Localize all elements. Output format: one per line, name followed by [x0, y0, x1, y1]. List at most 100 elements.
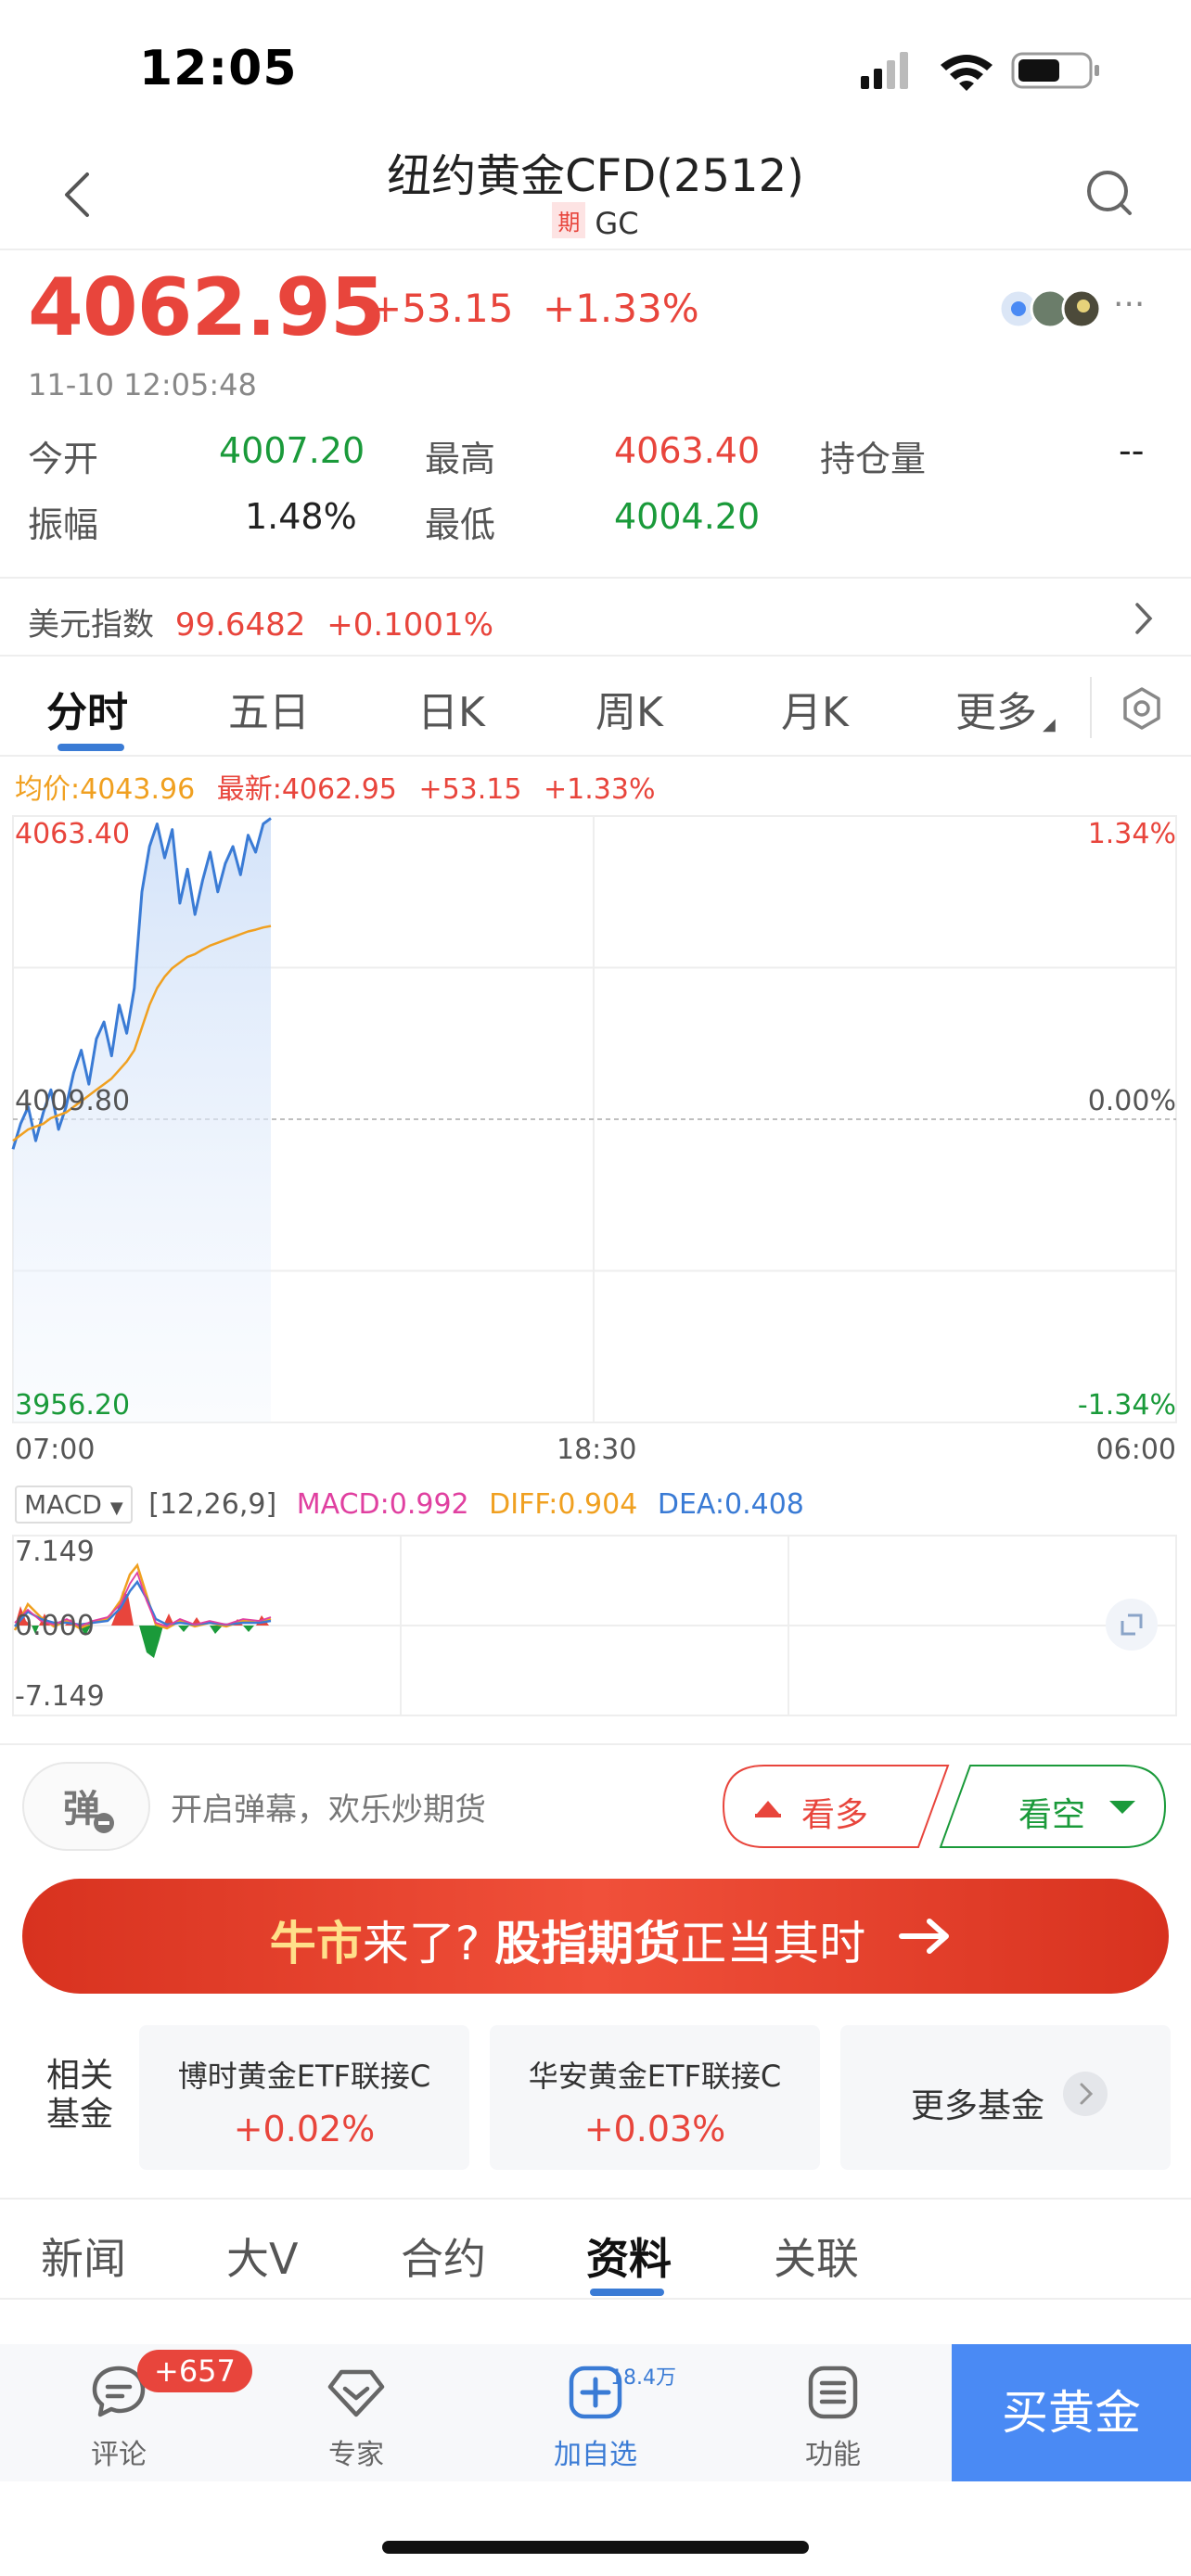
y-label-max: 4063.40	[15, 818, 131, 850]
legend-avg: 均价:4043.96	[15, 773, 196, 806]
fund-card[interactable]: 华安黄金ETF联接C +0.03%	[490, 2025, 820, 2170]
divider	[0, 655, 1191, 657]
tab-underline	[58, 744, 124, 751]
arrow-right-icon	[899, 1919, 949, 1954]
settings-icon[interactable]	[1120, 686, 1164, 731]
indicator-select[interactable]: MACD ▼	[15, 1486, 133, 1524]
watch-count: 18.4万	[610, 2366, 676, 2390]
user-avatars[interactable]	[998, 287, 1109, 330]
macd-y-mid: 0.000	[15, 1610, 95, 1642]
indicator-select-label: MACD	[24, 1489, 102, 1520]
price-change: +53.15	[369, 286, 514, 331]
fund-card[interactable]: 博时黄金ETF联接C +0.02%	[139, 2025, 469, 2170]
chevron-down-icon: ▼	[109, 1498, 123, 1518]
tab-big-v[interactable]: 大V	[226, 2225, 298, 2287]
price-change-pct: +1.33%	[543, 286, 699, 331]
bullish-button[interactable]: 看多	[722, 1764, 950, 1849]
info-tabs: 新闻 大V 合约 资料 关联	[0, 2198, 1191, 2300]
tab-contract[interactable]: 合约	[401, 2225, 486, 2287]
y-label-mid-pct: 0.00%	[1087, 1085, 1176, 1117]
tab-weekly-k[interactable]: 周K	[596, 679, 663, 738]
function-button[interactable]: 功能	[768, 2363, 898, 2472]
macd-params: [12,26,9]	[148, 1488, 277, 1521]
related-funds: 相关基金 博时黄金ETF联接C +0.02% 华安黄金ETF联接C +0.03%…	[0, 2021, 1191, 2170]
x-label-start: 07:00	[15, 1434, 96, 1466]
fund-name: 华安黄金ETF联接C	[528, 2059, 782, 2094]
search-icon[interactable]	[1083, 167, 1135, 219]
barrage-row: 弹 开启弹幕，欢乐炒期货 看多 看空	[0, 1743, 1191, 1864]
high-value: 4063.40	[614, 430, 761, 471]
macd-value: MACD:0.992	[296, 1488, 469, 1521]
promo-banner[interactable]: 牛市来了? 股指期货正当其时	[22, 1879, 1169, 1994]
more-icon[interactable]: ···	[1113, 286, 1145, 324]
y-label-min-pct: -1.34%	[1077, 1389, 1176, 1422]
high-label: 最高	[425, 439, 496, 479]
dollar-index-row[interactable]: 美元指数 99.6482 +0.1001%	[28, 599, 493, 644]
legend-latest: 最新:4062.95	[216, 773, 397, 806]
legend-pct: +1.33%	[544, 773, 656, 806]
low-value: 4004.20	[614, 496, 761, 537]
dea-value: DEA:0.408	[657, 1488, 804, 1521]
promo-part1: 牛市	[269, 1917, 363, 1970]
open-interest-value: --	[1119, 430, 1145, 471]
last-price: 4062.95	[28, 261, 386, 354]
page-title: 纽约黄金CFD(2512)	[387, 150, 804, 202]
barrage-toggle[interactable]: 弹	[22, 1762, 150, 1851]
fund-change: +0.03%	[583, 2109, 726, 2149]
open-interest-label: 持仓量	[820, 439, 927, 479]
tab-related[interactable]: 关联	[774, 2225, 859, 2287]
x-label-end: 06:00	[1095, 1434, 1176, 1466]
intraday-chart[interactable]: 4063.40 4009.80 3956.20 1.34% 0.00% -1.3…	[0, 807, 1191, 1474]
period-tabs: 分时 五日 日K 周K 月K 更多 ◢	[0, 658, 1191, 757]
divider	[0, 577, 1191, 579]
y-label-max-pct: 1.34%	[1087, 818, 1176, 850]
promo-part4: 正当其时	[680, 1917, 866, 1970]
add-watchlist-label: 加自选	[554, 2439, 637, 2471]
promo-part3: 股指期货	[494, 1917, 681, 1970]
tab-profile[interactable]: 资料	[586, 2225, 672, 2287]
intraday-chart-svg	[11, 815, 1177, 1423]
more-funds-button[interactable]: 更多基金	[840, 2025, 1171, 2170]
tab-intraday[interactable]: 分时	[46, 679, 128, 738]
x-label-mid: 18:30	[557, 1434, 637, 1466]
amplitude-label: 振幅	[28, 504, 99, 545]
futures-tag: 期	[552, 202, 586, 238]
expand-icon	[1106, 1599, 1158, 1651]
tab-monthly-k[interactable]: 月K	[781, 679, 849, 738]
menu-icon	[808, 2366, 858, 2419]
macd-y-top: 7.149	[15, 1536, 95, 1568]
chevron-right-icon	[1063, 2072, 1108, 2116]
barrage-placeholder[interactable]: 开启弹幕，欢乐炒期货	[171, 1784, 486, 1830]
bullish-label: 看多	[801, 1796, 869, 1834]
bearish-button[interactable]: 看空	[939, 1764, 1167, 1849]
status-time: 12:05	[139, 41, 298, 96]
battery-icon	[1011, 52, 1099, 89]
bearish-label: 看空	[1018, 1796, 1086, 1834]
diamond-icon	[327, 2369, 385, 2417]
tab-news[interactable]: 新闻	[41, 2225, 126, 2287]
diff-value: DIFF:0.904	[489, 1488, 638, 1521]
tab-more-label: 更多	[955, 689, 1037, 736]
tab-underline	[590, 2289, 664, 2296]
open-label: 今开	[28, 439, 99, 479]
y-label-mid: 4009.80	[15, 1085, 131, 1117]
chevron-right-icon[interactable]	[1130, 597, 1158, 640]
home-indicator[interactable]	[382, 2541, 809, 2554]
tab-more[interactable]: 更多 ◢	[955, 679, 1056, 738]
function-label: 功能	[805, 2439, 861, 2471]
macd-chart[interactable]: 7.149 0.000 -7.149	[0, 1530, 1191, 1734]
fund-change: +0.02%	[233, 2109, 376, 2149]
tab-daily-k[interactable]: 日K	[417, 679, 485, 738]
open-value: 4007.20	[219, 430, 365, 471]
comment-label: 评论	[91, 2439, 147, 2471]
comment-count-badge: +657	[137, 2350, 252, 2392]
wifi-icon	[941, 55, 992, 91]
buy-gold-button[interactable]: 买黄金	[952, 2344, 1191, 2481]
tab-five-day[interactable]: 五日	[228, 679, 310, 738]
dollar-index-value: 99.6482	[174, 606, 306, 644]
chart-legend: 均价:4043.96 最新:4062.95 +53.15 +1.33%	[15, 766, 655, 807]
dollar-index-label: 美元指数	[28, 606, 154, 644]
tab-separator	[1090, 677, 1092, 738]
expert-button[interactable]: 专家	[291, 2363, 421, 2472]
macd-y-bottom: -7.149	[15, 1680, 105, 1713]
